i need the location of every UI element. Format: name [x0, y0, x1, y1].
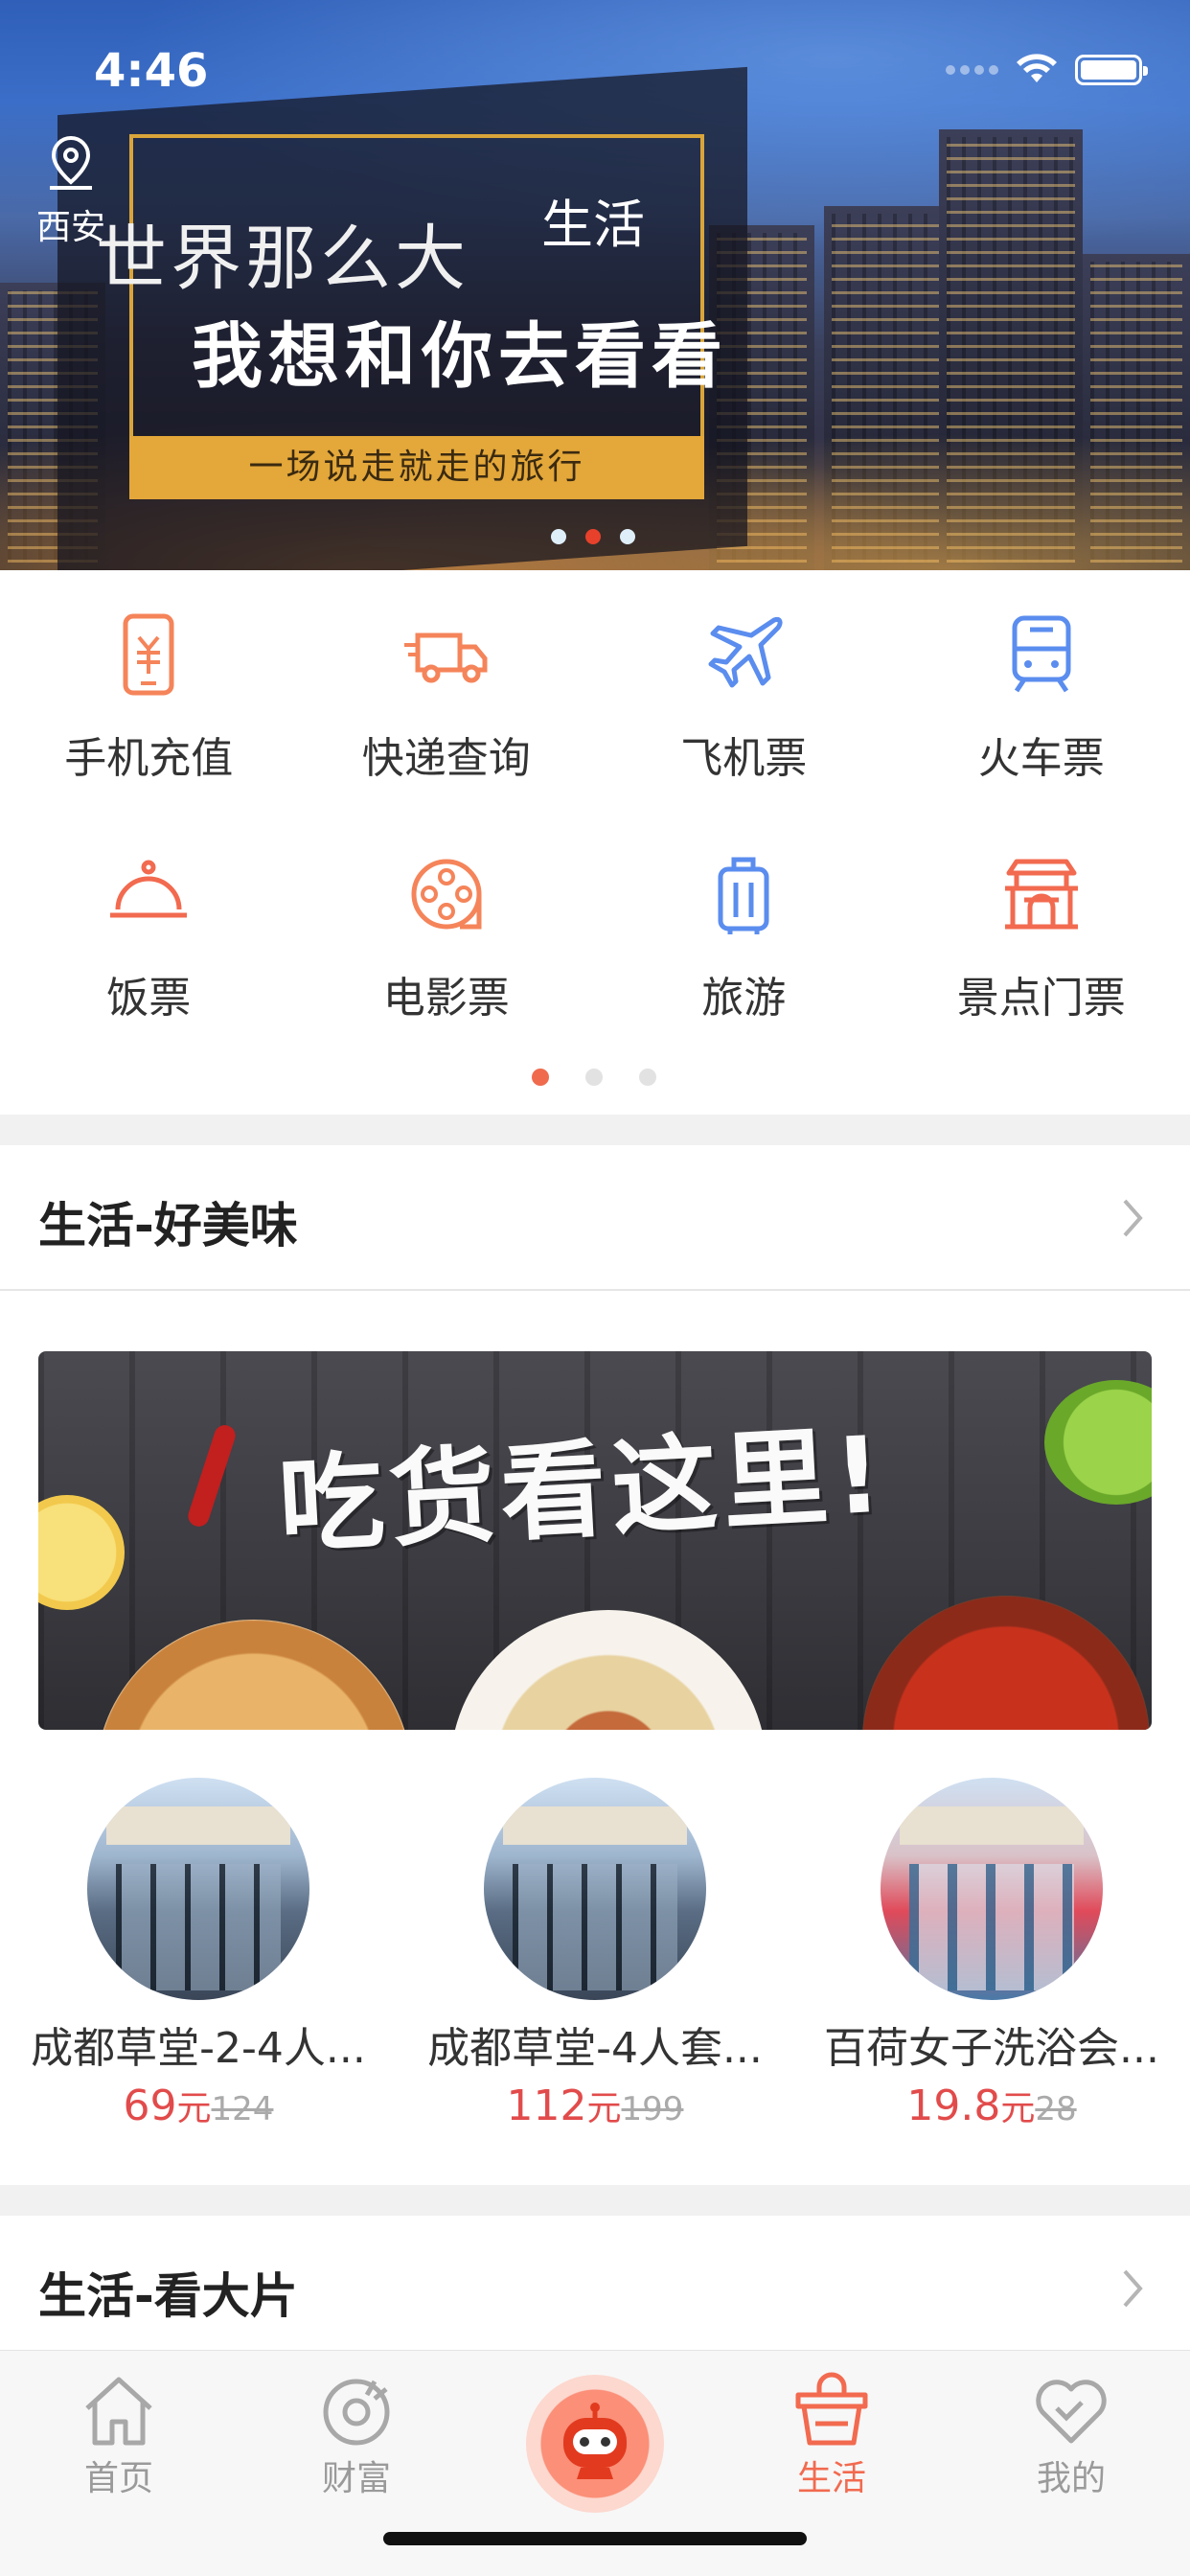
robot-assistant-icon: [563, 2403, 627, 2479]
airplane-icon: [708, 617, 783, 688]
product-name: 成都草堂-4人套...: [427, 2024, 763, 2073]
section-header-movie[interactable]: 生活-看大片: [0, 2216, 1190, 2361]
product-name: 百荷女子洗浴会...: [824, 2024, 1159, 2073]
tab-label: 财富: [321, 2459, 391, 2498]
price-amount: 112: [506, 2082, 587, 2130]
location-selector[interactable]: 西安: [33, 134, 109, 249]
tab-label: 首页: [83, 2459, 153, 2498]
banner-tagline: 一场说走就走的旅行: [129, 436, 704, 499]
services-grid: 手机充值 快递查询 飞机票 火车票 饭票 电影票 旅游 景点门票: [0, 609, 1190, 1035]
service-food-ticket[interactable]: 饭票: [0, 848, 298, 1035]
service-delivery[interactable]: 快递查询: [298, 609, 596, 795]
phone-recharge-icon: [123, 613, 174, 696]
train-icon: [1012, 615, 1071, 693]
crayfish-image: [862, 1596, 1150, 1730]
signal-icon: [946, 65, 998, 75]
page-title: 生活: [541, 195, 645, 255]
tab-wealth[interactable]: 财富: [285, 2372, 428, 2500]
heart-icon: [1036, 2380, 1107, 2444]
chevron-right-icon: [1123, 1199, 1143, 1237]
section-title: 生活-看大片: [38, 2268, 298, 2324]
status-icons: [946, 54, 1148, 86]
page-dot-active[interactable]: [532, 1069, 549, 1086]
banner-subheadline: 我想和你去看看: [192, 315, 728, 398]
wealth-icon: [323, 2379, 390, 2446]
home-icon: [85, 2377, 152, 2446]
film-reel-icon: [411, 859, 482, 930]
assistant-button[interactable]: [526, 2375, 664, 2513]
services-panel: 手机充值 快递查询 飞机票 火车票 饭票 电影票 旅游 景点门票: [0, 570, 1190, 1115]
service-attraction-ticket[interactable]: 景点门票: [893, 848, 1190, 1035]
service-label: 饭票: [106, 974, 192, 1023]
tab-home[interactable]: 首页: [47, 2372, 191, 2500]
original-price: 199: [621, 2090, 684, 2128]
tab-label: 生活: [796, 2459, 866, 2498]
service-phone-recharge[interactable]: 手机充值: [0, 609, 298, 795]
pizza-image: [96, 1620, 412, 1730]
steak-dish-image: [450, 1610, 767, 1730]
tab-label: 我的: [1036, 2459, 1106, 2498]
chili-decoration: [185, 1422, 239, 1530]
service-label: 手机充值: [64, 734, 234, 783]
battery-icon: [1075, 55, 1148, 85]
product-price: 69元124: [124, 2081, 274, 2130]
product-card[interactable]: 百荷女子洗浴会... 19.8元28: [793, 1778, 1190, 2130]
price-amount: 19.8: [906, 2082, 1001, 2130]
product-image: [484, 1778, 706, 2000]
price-unit: 元: [1000, 2089, 1036, 2128]
price-unit: 元: [586, 2089, 622, 2128]
tab-life[interactable]: 生活: [760, 2372, 904, 2500]
original-price: 28: [1035, 2090, 1077, 2128]
product-name: 成都草堂-2-4人...: [31, 2024, 366, 2073]
product-card[interactable]: 成都草堂-4人套... 112元199: [397, 1778, 793, 2130]
service-label: 飞机票: [680, 734, 808, 783]
banner-dot[interactable]: [620, 529, 635, 544]
pavilion-icon: [1004, 859, 1078, 930]
delivery-truck-icon: [403, 632, 488, 683]
luggage-icon: [718, 857, 769, 934]
service-travel[interactable]: 旅游: [595, 848, 893, 1035]
food-cloche-icon: [110, 860, 188, 918]
product-image: [87, 1778, 309, 2000]
product-image: [881, 1778, 1103, 2000]
banner-dot-active[interactable]: [585, 529, 601, 544]
service-flight[interactable]: 飞机票: [595, 609, 893, 795]
service-train[interactable]: 火车票: [893, 609, 1190, 795]
service-label: 火车票: [977, 734, 1105, 783]
page-dot[interactable]: [639, 1069, 656, 1086]
section-header-food[interactable]: 生活-好美味: [0, 1145, 1190, 1291]
service-movie-ticket[interactable]: 电影票: [298, 848, 596, 1035]
banner-pagination[interactable]: [551, 529, 635, 544]
service-label: 快递查询: [361, 734, 531, 783]
product-card[interactable]: 成都草堂-2-4人... 69元124: [0, 1778, 397, 2130]
lemon-decoration: [38, 1495, 125, 1610]
price-amount: 69: [123, 2082, 177, 2130]
product-price: 19.8元28: [906, 2081, 1076, 2130]
service-label: 电影票: [382, 974, 510, 1023]
product-list: 成都草堂-2-4人... 69元124 成都草堂-4人套... 112元199 …: [0, 1778, 1190, 2130]
lettuce-decoration: [1044, 1380, 1152, 1505]
service-label: 旅游: [701, 974, 787, 1023]
product-price: 112元199: [507, 2081, 684, 2130]
food-banner-headline: 吃货看这里!: [275, 1413, 891, 1568]
location-city: 西安: [35, 208, 105, 247]
section-divider: [0, 1115, 1190, 1145]
section-divider: [0, 2185, 1190, 2216]
services-pagination[interactable]: [532, 1069, 656, 1086]
section-title: 生活-好美味: [38, 1198, 298, 1254]
banner-headline: 世界那么大: [96, 218, 469, 300]
home-indicator: [383, 2532, 807, 2545]
price-unit: 元: [176, 2089, 212, 2128]
food-promo-banner[interactable]: 吃货看这里!: [38, 1351, 1152, 1730]
location-pin-icon: [50, 135, 92, 190]
chevron-right-icon: [1123, 2269, 1143, 2308]
service-label: 景点门票: [956, 974, 1126, 1023]
original-price: 124: [211, 2090, 274, 2128]
status-time: 4:46: [94, 44, 209, 98]
banner-dot[interactable]: [551, 529, 566, 544]
shopping-bag-icon: [795, 2372, 868, 2446]
wifi-icon: [1017, 54, 1057, 82]
page-dot[interactable]: [585, 1069, 603, 1086]
tab-mine[interactable]: 我的: [999, 2372, 1143, 2500]
